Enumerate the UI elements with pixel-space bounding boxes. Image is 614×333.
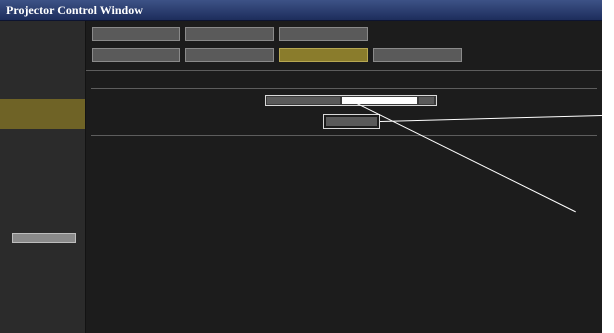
sidebar-item-4[interactable] bbox=[0, 136, 85, 164]
page-margin bbox=[602, 0, 614, 333]
tab-1[interactable] bbox=[92, 27, 180, 41]
send-button-label bbox=[326, 117, 377, 126]
divider bbox=[91, 135, 597, 136]
projector-control-window: Projector Control Window bbox=[0, 0, 602, 333]
tab-7[interactable] bbox=[373, 48, 462, 62]
tab-5[interactable] bbox=[185, 48, 274, 62]
field-extra-box bbox=[419, 97, 434, 104]
field-label bbox=[267, 97, 340, 104]
tab-6[interactable] bbox=[279, 48, 368, 62]
tab-2[interactable] bbox=[185, 27, 274, 41]
sidebar-item-3[interactable] bbox=[0, 99, 85, 129]
main-panel bbox=[86, 21, 602, 333]
sidebar-item-1[interactable] bbox=[0, 27, 85, 53]
sidebar-button[interactable] bbox=[12, 233, 76, 243]
tab-3[interactable] bbox=[279, 27, 368, 41]
sidebar-item-5[interactable] bbox=[0, 173, 85, 201]
tab-4[interactable] bbox=[92, 48, 180, 62]
window-title: Projector Control Window bbox=[6, 3, 143, 17]
send-button[interactable] bbox=[323, 114, 380, 129]
sidebar-item-2[interactable] bbox=[0, 63, 85, 93]
sidebar bbox=[0, 21, 86, 333]
divider bbox=[86, 70, 602, 71]
title-bar: Projector Control Window bbox=[0, 0, 602, 21]
divider bbox=[91, 88, 597, 89]
